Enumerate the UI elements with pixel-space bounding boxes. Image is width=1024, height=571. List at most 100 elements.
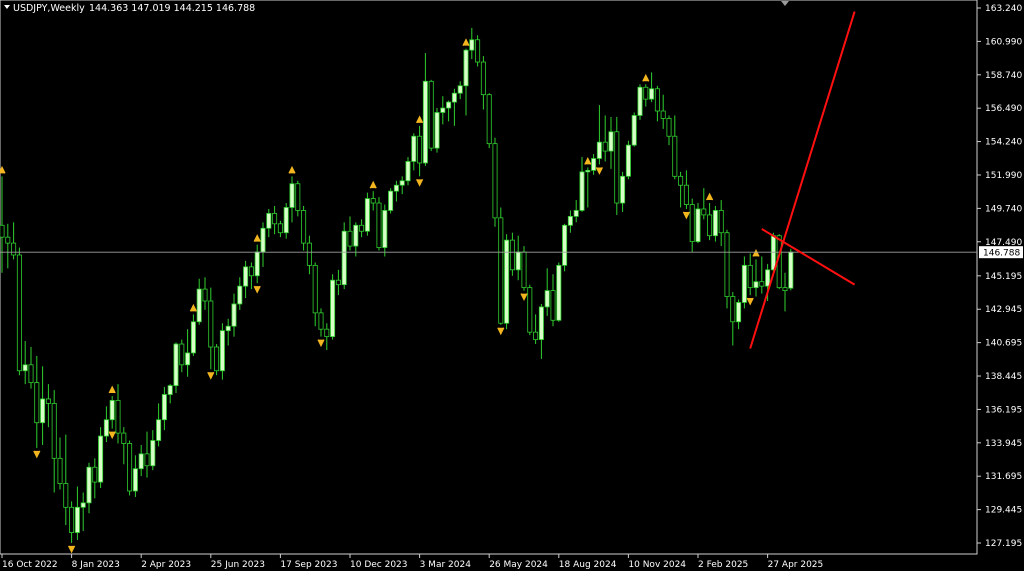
candle-body [579, 171, 585, 211]
candle-body [654, 88, 660, 112]
candle-body [254, 251, 260, 277]
candle-body [608, 131, 614, 152]
candle-body [393, 184, 399, 192]
candle-body [538, 306, 544, 340]
time-tick-label: 27 Apr 2025 [768, 560, 824, 570]
candle-body [527, 287, 533, 333]
time-tick-label: 18 Aug 2024 [559, 560, 617, 570]
candle-body [167, 385, 173, 395]
candle-body [614, 131, 620, 204]
price-tick-label: 127.195 [985, 539, 1022, 549]
candle-body [161, 394, 167, 421]
candle-body [649, 88, 655, 100]
time-tick-label: 3 Mar 2024 [420, 560, 472, 570]
candle [637, 84, 643, 120]
candle-body [672, 135, 678, 177]
candle [504, 234, 510, 330]
candle-body [34, 382, 40, 424]
candle [330, 274, 336, 340]
candle-body [295, 183, 301, 211]
price-tick-label: 140.695 [985, 339, 1022, 349]
candle-body [492, 143, 498, 219]
candle [556, 262, 562, 322]
candle-body [127, 443, 133, 492]
chart-background [0, 0, 1024, 571]
candle [428, 79, 434, 152]
candle-body [712, 210, 718, 237]
candle-body [509, 239, 515, 271]
candle-body [707, 214, 713, 237]
candle-body [11, 242, 17, 256]
candle-body [376, 202, 382, 248]
candle-body [80, 502, 86, 508]
candle-body [428, 80, 434, 149]
price-tick-label: 163.240 [985, 4, 1022, 14]
candle-body [631, 115, 637, 146]
candle-body [765, 269, 771, 287]
candle [341, 222, 347, 290]
candle [562, 223, 568, 272]
candle-body [596, 141, 602, 159]
candle-body [40, 398, 46, 424]
candle [521, 246, 527, 291]
candle-body [196, 288, 202, 323]
candle-body [347, 230, 353, 247]
candle-body [446, 101, 452, 109]
candle-body [283, 207, 289, 234]
candle-body [231, 303, 237, 327]
candle-body [434, 112, 440, 149]
candle-body [602, 141, 608, 152]
candle [16, 247, 22, 376]
candle-body [718, 210, 724, 234]
price-tick-label: 149.740 [985, 204, 1022, 214]
candle-body [567, 215, 573, 226]
candle-body [364, 198, 370, 232]
candle-body [86, 466, 92, 504]
candle-body [585, 169, 591, 173]
candle-body [770, 235, 776, 271]
candle-body [562, 224, 568, 266]
candle-body [22, 364, 28, 372]
candle-body [701, 208, 707, 216]
price-tick-label: 160.990 [985, 37, 1022, 47]
price-tick-label: 142.945 [985, 305, 1022, 315]
candle-body [683, 184, 689, 205]
candle-body [544, 290, 550, 308]
candle-body [179, 343, 185, 366]
candle-body [556, 264, 562, 321]
candle [631, 112, 637, 147]
candle-body [643, 86, 649, 100]
candle-body [272, 213, 278, 225]
candle-body [498, 217, 504, 324]
candle [614, 116, 620, 215]
price-tick-label: 133.945 [985, 439, 1022, 449]
time-tick-label: 25 Jun 2023 [211, 560, 265, 570]
last-price-label: 146.788 [979, 246, 1023, 259]
candle-body [237, 285, 243, 305]
candle [405, 157, 411, 186]
candle-body [190, 321, 196, 354]
candle-body [248, 266, 254, 277]
candle-body [306, 242, 312, 266]
candle [625, 140, 631, 180]
candle-body [341, 230, 347, 286]
candle-body [69, 506, 75, 533]
candle-body [475, 39, 481, 63]
time-tick-label: 10 Dec 2023 [350, 560, 408, 570]
candle-body [51, 403, 57, 459]
candle-body [353, 224, 359, 247]
candle-body [515, 251, 521, 271]
candle-body [678, 175, 684, 186]
price-tick-label: 151.990 [985, 171, 1022, 181]
candle-body [591, 158, 597, 171]
candle-body [243, 266, 249, 287]
time-tick-label: 2 Apr 2023 [141, 560, 191, 570]
candle-body [150, 440, 156, 467]
candle-body [370, 198, 376, 204]
time-tick-label: 8 Jan 2023 [72, 560, 120, 570]
chart-header: USDJPY,Weekly 144.363 147.019 144.215 14… [4, 3, 255, 14]
price-tick-label: 131.695 [985, 472, 1022, 482]
candle-body [695, 208, 701, 243]
candle-body [573, 210, 579, 217]
candle-body [318, 312, 324, 330]
